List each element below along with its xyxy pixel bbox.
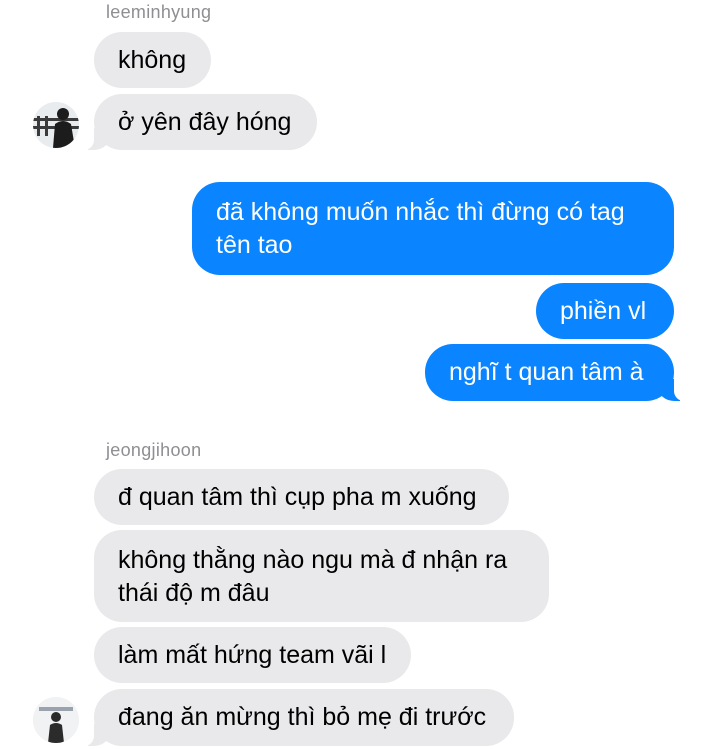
sender-name-leeminhyung: leeminhyung	[106, 2, 212, 22]
message-text: đ quan tâm thì cụp pha m xuống	[118, 482, 477, 511]
received-message-bubble[interactable]: đ quan tâm thì cụp pha m xuống	[94, 469, 509, 525]
message-text: đang ăn mừng thì bỏ mẹ đi trước	[118, 703, 487, 731]
message-text: đã không muốn nhắc thì đừng có tag tên t…	[216, 198, 625, 259]
avatar-leeminhyung[interactable]	[33, 102, 79, 148]
sent-message-bubble[interactable]: đã không muốn nhắc thì đừng có tag tên t…	[192, 182, 674, 275]
message-text: không	[118, 45, 187, 74]
received-message-bubble[interactable]: không	[94, 32, 211, 88]
avatar-jeongjihoon[interactable]	[33, 697, 79, 743]
received-message-bubble[interactable]: ở yên đây hóng	[82, 94, 317, 150]
message-text: không thằng nào ngu mà đ nhận ra thái độ…	[118, 546, 508, 607]
received-message-bubble[interactable]: đang ăn mừng thì bỏ mẹ đi trước	[82, 689, 514, 746]
received-message-bubble[interactable]: làm mất hứng team vãi l	[94, 627, 411, 683]
received-message-bubble[interactable]: không thằng nào ngu mà đ nhận ra thái độ…	[94, 530, 549, 622]
message-text: làm mất hứng team vãi l	[118, 640, 387, 669]
message-text: ở yên đây hóng	[118, 107, 292, 136]
person-silhouette-icon	[33, 102, 79, 148]
person-silhouette-icon	[33, 697, 79, 743]
sender-name-jeongjihoon: jeongjihoon	[106, 440, 202, 460]
sent-message-bubble[interactable]: nghĩ t quan tâm à	[425, 344, 686, 401]
message-text: phiền vl	[560, 296, 647, 325]
message-text: nghĩ t quan tâm à	[449, 358, 644, 386]
sent-message-bubble[interactable]: phiền vl	[536, 283, 674, 339]
